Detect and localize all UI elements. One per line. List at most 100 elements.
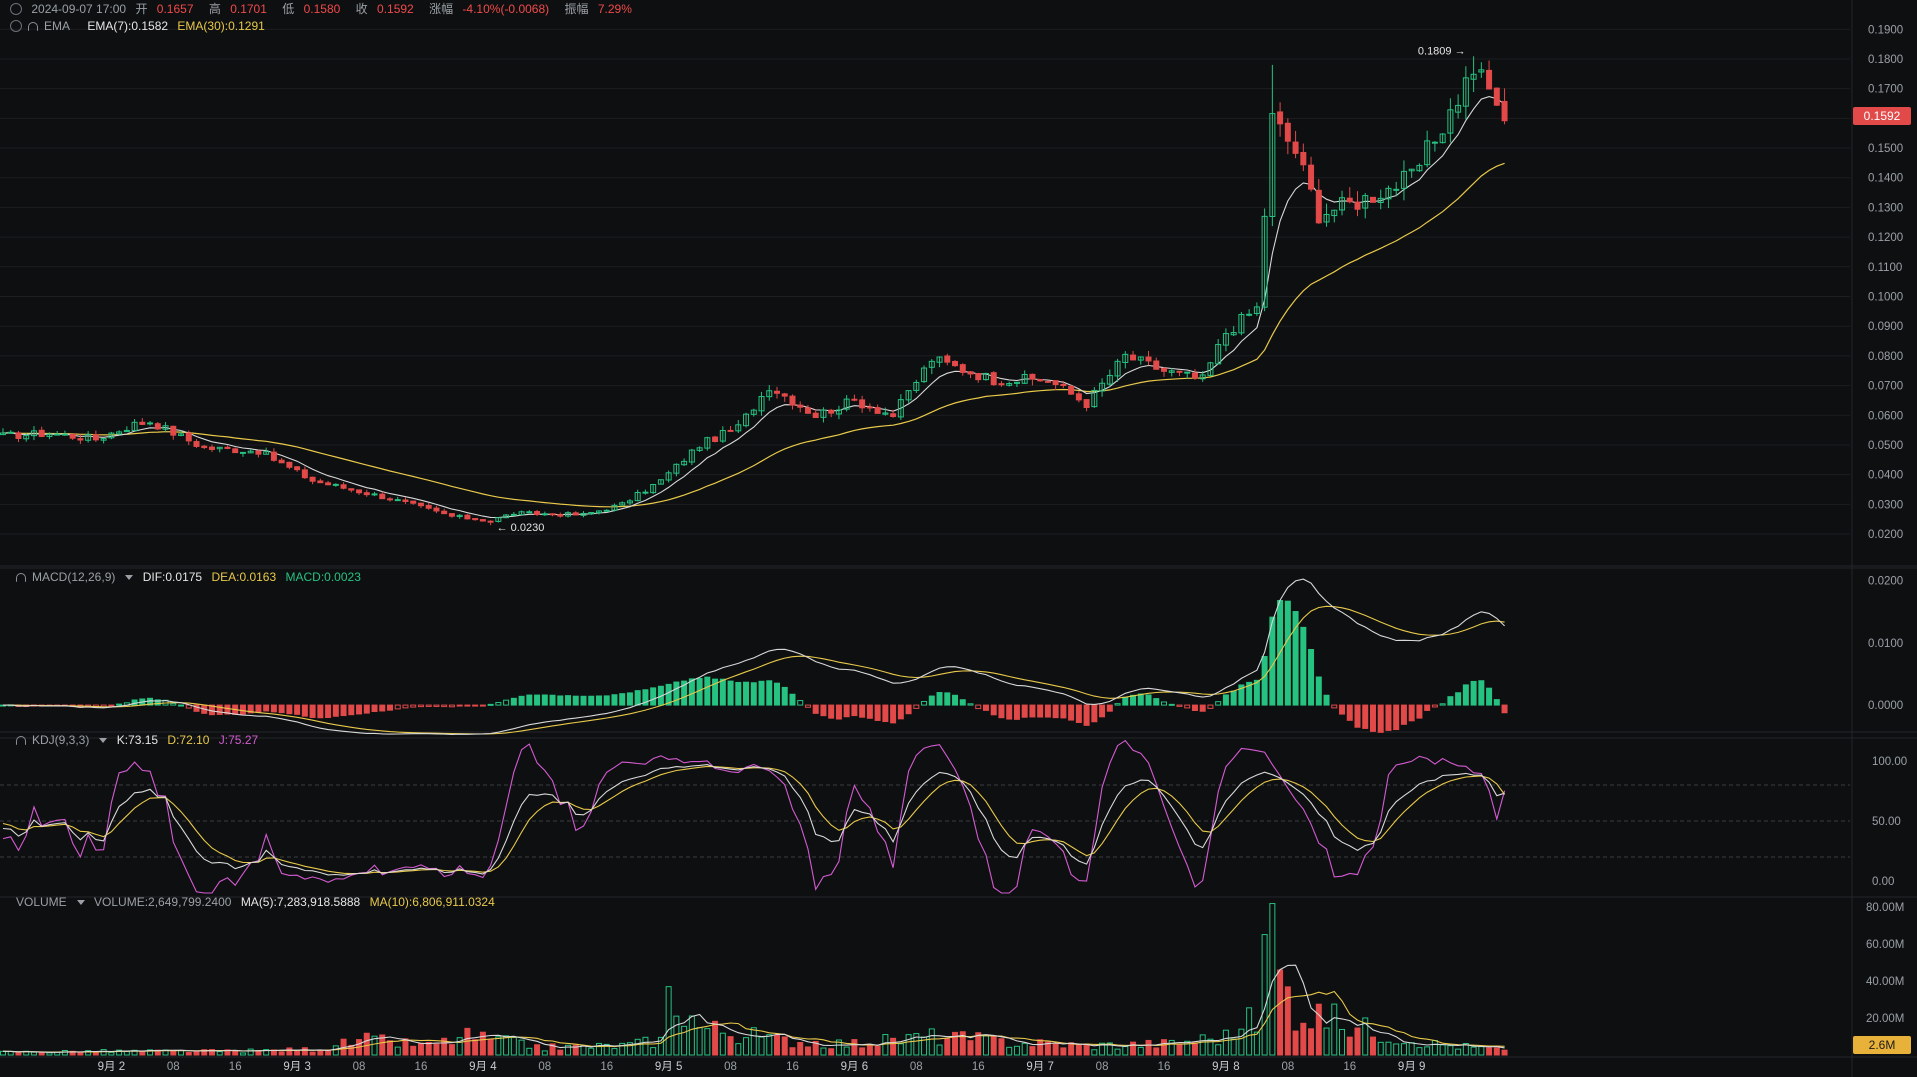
macd-bar (1470, 680, 1477, 706)
chevron-down-icon[interactable] (125, 575, 134, 580)
price-tick-label: 0.1900 (1868, 24, 1903, 36)
macd-bar (1447, 696, 1454, 706)
volume-bar (998, 1038, 1005, 1056)
time-tick-label: 9月 6 (841, 1061, 869, 1073)
macd-bar (263, 704, 270, 712)
candle-body (201, 445, 208, 449)
volume-bar (719, 1032, 726, 1056)
volume-bar (859, 1047, 866, 1056)
macd-bar (1331, 704, 1338, 709)
candle-body (301, 469, 308, 479)
volume-bar (394, 1046, 401, 1056)
price-tick-label: 0.0600 (1868, 410, 1903, 422)
macd-bar (1106, 704, 1113, 712)
candle-body (185, 432, 192, 442)
macd-bar (719, 678, 726, 706)
candle-body (371, 493, 378, 496)
volume-bar (92, 1051, 99, 1056)
candle-body (781, 393, 788, 397)
macd-bar (998, 704, 1005, 719)
time-tick-label: 08 (538, 1061, 551, 1073)
macd-bar (479, 704, 486, 707)
macd-bar (588, 695, 595, 706)
macd-bar (735, 681, 742, 706)
price-chart[interactable]: 0.1809 → ← 0.0230 0.0200 0.0300 0.0400 0.050… (0, 0, 1917, 1077)
bell-icon[interactable] (16, 573, 26, 582)
candle-body (15, 432, 22, 439)
volume-bar (123, 1051, 130, 1056)
bell-icon[interactable] (28, 22, 38, 31)
candle-body (348, 488, 355, 491)
volume-bar (1052, 1042, 1059, 1056)
candle-body (402, 499, 409, 502)
ema30-line (2, 162, 1505, 508)
macd-bar (1222, 694, 1229, 706)
macd-bar (866, 704, 873, 719)
volume-bar (1424, 1046, 1431, 1056)
kdj-panel (0, 739, 1850, 894)
candle-body (417, 502, 424, 507)
candle-body (255, 450, 262, 455)
volume-bar (665, 986, 672, 1056)
macd-bar (487, 703, 494, 706)
candle-body (603, 509, 610, 512)
ema30-path (2, 162, 1505, 508)
time-tick-label: 08 (167, 1061, 180, 1073)
candle-body (278, 459, 285, 464)
volume-bar (1083, 1043, 1090, 1056)
volume-bar (239, 1052, 246, 1056)
candle-body (1075, 393, 1082, 401)
collapse-icon[interactable] (10, 3, 22, 15)
volume-bar (503, 1035, 510, 1056)
macd-bar (1060, 704, 1067, 719)
macd-bar (1075, 704, 1082, 723)
candle-body (154, 423, 161, 430)
volume-bar (1455, 1048, 1462, 1056)
macd-bar (270, 704, 277, 713)
volume-tick-label: 80.00M (1866, 902, 1904, 914)
macd-bar (1037, 704, 1044, 718)
candle-body (510, 513, 517, 516)
volume-bar (526, 1047, 533, 1056)
collapse-icon[interactable] (10, 20, 22, 32)
bell-icon[interactable] (16, 736, 26, 745)
macd-bar (549, 694, 556, 706)
volume-bar (309, 1051, 316, 1056)
time-tick-label: 9月 8 (1212, 1061, 1240, 1073)
kdj-k: K:73.15 (116, 733, 159, 747)
volume-bar (580, 1044, 587, 1056)
candle-body (394, 499, 401, 502)
macd-bar (510, 697, 517, 706)
volume-bar (1323, 1027, 1330, 1056)
macd-bar (1462, 684, 1469, 706)
volume-bar (866, 1045, 873, 1056)
volume-bar (1277, 969, 1284, 1056)
macd-bar (688, 678, 695, 706)
macd-bar (1168, 703, 1175, 706)
last-volume-tag: 2.6M (1853, 1036, 1911, 1054)
volume-bar (1300, 1022, 1307, 1056)
chevron-down-icon[interactable] (76, 900, 85, 905)
amp-label: 振幅 (564, 2, 589, 16)
chevron-down-icon[interactable] (99, 738, 108, 743)
volume-value: VOLUME:2,649,799.2400 (94, 895, 232, 909)
macd-bar (967, 703, 974, 706)
macd-bar (797, 700, 804, 706)
macd-bar (1013, 704, 1020, 720)
macd-bar (178, 704, 185, 707)
volume-bar (673, 1015, 680, 1056)
volume-bar (1191, 1042, 1198, 1056)
axes: 0.0200 0.0300 0.0400 0.0500 0.0600 0.0700 0.08… (98, 24, 1908, 1073)
candle-body (448, 513, 455, 517)
macd-bar (278, 704, 285, 714)
macd-bar (116, 703, 123, 706)
candle-body (1130, 354, 1137, 361)
volume-bar (38, 1052, 45, 1056)
volume-bar (1431, 1040, 1438, 1056)
candle-body (1246, 313, 1253, 316)
kdj-j: J:75.27 (218, 733, 259, 747)
time-tick-label: 08 (910, 1061, 923, 1073)
macd-bar (1416, 704, 1423, 719)
macd-bar (518, 695, 525, 706)
candle-body (317, 480, 324, 484)
